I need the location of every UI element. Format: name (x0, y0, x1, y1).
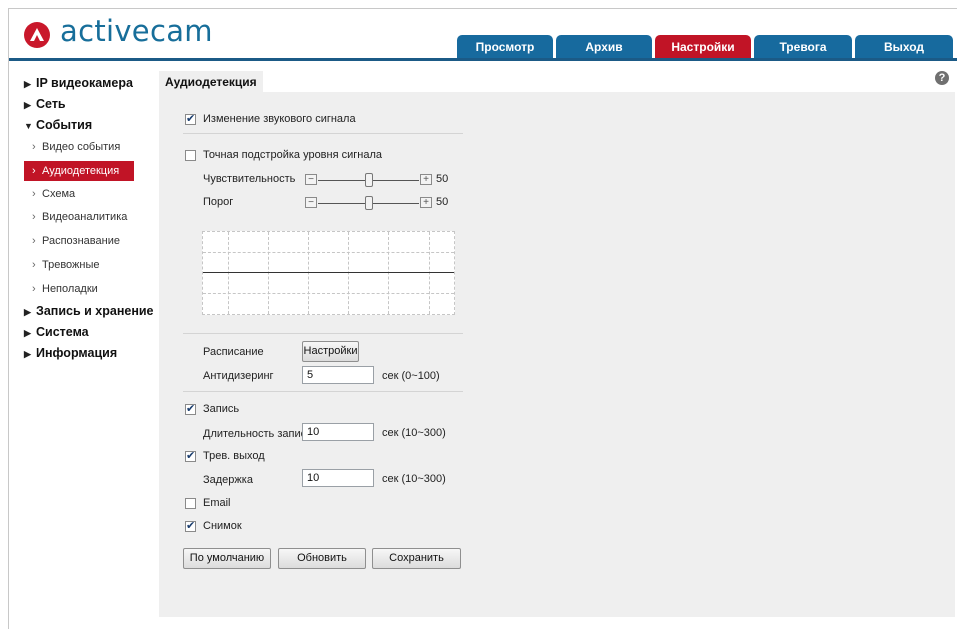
threshold-plus-button[interactable]: + (420, 197, 432, 208)
delay-unit: сек (10~300) (382, 473, 446, 485)
sensitivity-label: Чувствительность (203, 173, 296, 185)
email-checkbox[interactable] (185, 498, 196, 509)
help-icon[interactable]: ? (935, 71, 949, 85)
save-button[interactable]: Сохранить (372, 548, 461, 569)
alarm-output-label: Трев. выход (203, 450, 265, 462)
sensitivity-slider-thumb[interactable] (365, 173, 373, 187)
expand-triangle-icon: ▶ (24, 349, 31, 359)
sidebar-item-label: События (36, 118, 93, 132)
record-label: Запись (203, 403, 240, 415)
threshold-value: 50 (436, 196, 449, 208)
tab-archive[interactable]: Архив (556, 35, 652, 59)
sidebar-item-label: Распознавание (42, 235, 120, 247)
threshold-slider-thumb[interactable] (365, 196, 373, 210)
record-duration-unit: сек (10~300) (382, 427, 446, 439)
schedule-label: Расписание (203, 346, 264, 358)
sidebar-item-recording[interactable]: ▶ Запись и хранение (24, 302, 154, 320)
sidebar-item-info[interactable]: ▶ Информация (24, 344, 117, 362)
sidebar-item-label: Тревожные (42, 259, 100, 271)
divider (183, 333, 463, 334)
fine-tune-label: Точная подстройка уровня сигнала (203, 149, 382, 161)
sidebar-item-label: Система (36, 325, 89, 339)
brand-name: activecam (60, 14, 213, 48)
chevron-right-icon: › (32, 211, 36, 223)
chevron-right-icon: › (32, 259, 36, 271)
graph-gridline (308, 232, 309, 314)
tab-exit[interactable]: Выход (855, 35, 953, 59)
sidebar-item-label: Неполадки (42, 283, 98, 295)
antijitter-unit: сек (0~100) (382, 370, 440, 382)
sensitivity-plus-button[interactable]: + (420, 174, 432, 185)
page-title: Аудиодетекция (159, 71, 263, 93)
divider (183, 133, 463, 134)
threshold-label: Порог (203, 196, 234, 208)
sidebar-item-video-events[interactable]: › Видео события (32, 137, 120, 157)
delay-input[interactable]: 10 (302, 469, 374, 487)
sidebar-item-alarm-inputs[interactable]: › Тревожные (32, 255, 100, 275)
content-panel (159, 92, 955, 617)
collapse-triangle-icon: ▼ (24, 121, 33, 131)
sidebar-item-label: Аудиодетекция (42, 165, 120, 177)
schedule-settings-button[interactable]: Настройки (302, 341, 359, 362)
sidebar-item-audio-detection[interactable]: › Аудиодетекция (24, 161, 134, 181)
graph-gridline (429, 232, 430, 314)
sidebar-item-label: IP видеокамера (36, 76, 133, 90)
default-button[interactable]: По умолчанию (183, 548, 271, 569)
graph-gridline (388, 232, 389, 314)
audio-level-graph (202, 231, 455, 315)
sidebar-item-faults[interactable]: › Неполадки (32, 279, 98, 299)
expand-triangle-icon: ▶ (24, 307, 31, 317)
graph-gridline (268, 232, 269, 314)
sensitivity-minus-button[interactable]: − (305, 174, 317, 185)
sidebar-item-system[interactable]: ▶ Система (24, 323, 89, 341)
tab-alarm[interactable]: Тревога (754, 35, 852, 59)
fine-tune-checkbox[interactable] (185, 150, 196, 161)
record-duration-input[interactable]: 10 (302, 423, 374, 441)
sidebar-item-label: Запись и хранение (36, 304, 154, 318)
expand-triangle-icon: ▶ (24, 79, 31, 89)
tab-settings[interactable]: Настройки (655, 35, 751, 59)
refresh-button[interactable]: Обновить (278, 548, 366, 569)
divider (183, 391, 463, 392)
sidebar-item-label: Видеоаналитика (42, 211, 128, 223)
graph-gridline (228, 232, 229, 314)
chevron-right-icon: › (32, 235, 36, 247)
sidebar-item-label: Сеть (36, 97, 66, 111)
sidebar-item-events[interactable]: ▼ События (24, 116, 92, 134)
alarm-output-checkbox[interactable] (185, 449, 196, 462)
snapshot-checkbox[interactable] (185, 519, 196, 532)
record-checkbox[interactable] (185, 402, 196, 415)
antijitter-label: Антидизеринг (203, 370, 274, 382)
graph-gridline (203, 252, 454, 253)
sidebar-item-video-analytics[interactable]: › Видеоаналитика (32, 207, 127, 227)
sidebar-item-label: Схема (42, 188, 76, 200)
expand-triangle-icon: ▶ (24, 328, 31, 338)
snapshot-label: Снимок (203, 520, 242, 532)
audio-change-checkbox[interactable] (185, 112, 196, 125)
email-label: Email (203, 497, 231, 509)
sidebar-item-scheme[interactable]: › Схема (32, 184, 75, 204)
graph-gridline (203, 293, 454, 294)
graph-gridline (348, 232, 349, 314)
sidebar-item-network[interactable]: ▶ Сеть (24, 95, 66, 113)
sidebar-item-recognition[interactable]: › Распознавание (32, 231, 120, 251)
chevron-right-icon: › (32, 188, 36, 200)
delay-label: Задержка (203, 474, 253, 486)
graph-threshold-line (203, 272, 454, 273)
chevron-right-icon: › (32, 141, 36, 153)
tab-view[interactable]: Просмотр (457, 35, 553, 59)
sidebar-item-ip-camera[interactable]: ▶ IP видеокамера (24, 74, 133, 92)
record-duration-label: Длительность записи (203, 428, 313, 440)
audio-change-label: Изменение звукового сигнала (203, 113, 356, 125)
header-divider (9, 58, 957, 61)
chevron-right-icon: › (32, 165, 36, 177)
activecam-logo-icon (24, 22, 50, 48)
chevron-right-icon: › (32, 283, 36, 295)
sensitivity-value: 50 (436, 173, 449, 185)
threshold-minus-button[interactable]: − (305, 197, 317, 208)
expand-triangle-icon: ▶ (24, 100, 31, 110)
sidebar-item-label: Видео события (42, 141, 121, 153)
sidebar-item-label: Информация (36, 346, 118, 360)
antijitter-input[interactable]: 5 (302, 366, 374, 384)
